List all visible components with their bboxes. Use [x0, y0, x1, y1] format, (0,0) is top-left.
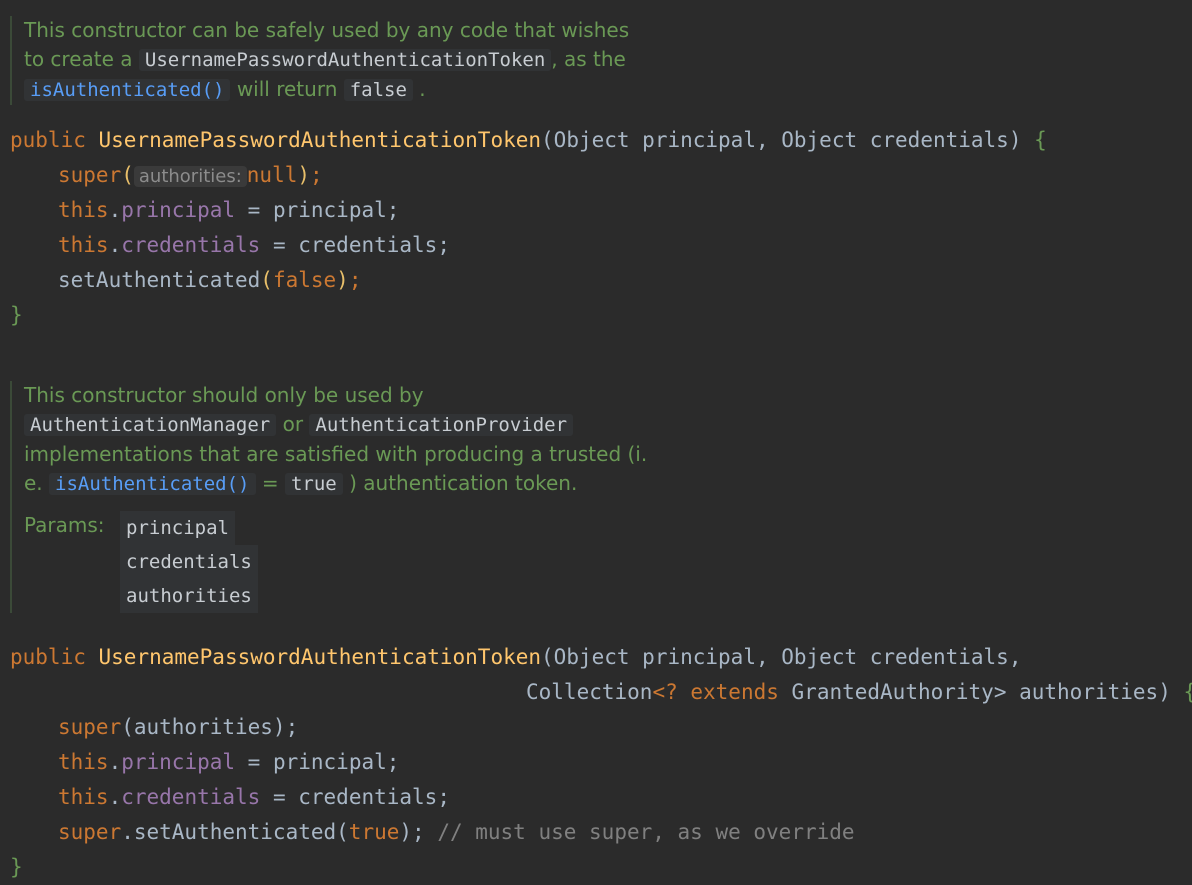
code-ref-authentication-manager[interactable]: AuthenticationManager	[24, 414, 277, 436]
code-ref-is-authenticated[interactable]: isAuthenticated()	[49, 473, 256, 495]
inlay-hint: authorities:	[133, 166, 247, 187]
ctor1-assign-principal: this.principal = principal;	[58, 198, 400, 222]
code-ref-authentication-provider[interactable]: AuthenticationProvider	[309, 414, 574, 436]
javadoc-comment-2: This constructor should only be used by …	[10, 381, 647, 613]
code-ref-true: true	[284, 473, 343, 495]
ctor2-name[interactable]: UsernamePasswordAuthenticationToken	[99, 645, 542, 669]
ctor2-super-set-authenticated: super.setAuthenticated(true); // must us…	[58, 820, 855, 844]
code-comment: // must use super, as we override	[424, 820, 855, 844]
doc-line: This constructor should only be used by	[24, 383, 424, 407]
code-ref-is-authenticated[interactable]: isAuthenticated()	[24, 79, 231, 101]
param-principal: principal	[120, 511, 235, 545]
ctor2-close-brace: }	[10, 855, 23, 879]
doc-params: Params: principal credentials authoritie…	[24, 511, 647, 613]
doc-line: to create a UsernamePasswordAuthenticati…	[24, 47, 626, 71]
ctor2-assign-credentials: this.credentials = credentials;	[58, 785, 450, 809]
params-label: Params:	[24, 513, 105, 537]
ctor1-signature: public UsernamePasswordAuthenticationTok…	[10, 128, 1047, 152]
code-ref-false: false	[343, 79, 413, 101]
doc-line: e. isAuthenticated() = true ) authentica…	[24, 471, 578, 495]
ctor1-super-call: super(authorities: null);	[58, 163, 323, 187]
param-authorities: authorities	[120, 579, 258, 613]
ctor2-assign-principal: this.principal = principal;	[58, 750, 400, 774]
javadoc-comment-1: This constructor can be safely used by a…	[10, 16, 629, 105]
ctor1-close-brace: }	[10, 303, 23, 327]
doc-line: AuthenticationManager or AuthenticationP…	[24, 410, 647, 440]
ctor1-assign-credentials: this.credentials = credentials;	[58, 233, 450, 257]
ctor2-super-call: super(authorities);	[58, 715, 299, 739]
doc-line: This constructor can be safely used by a…	[24, 18, 630, 42]
params-list: principal credentials authorities	[120, 511, 258, 613]
code-ref-token-class[interactable]: UsernamePasswordAuthenticationToken	[138, 49, 552, 71]
ctor1-set-authenticated: setAuthenticated(false);	[58, 268, 362, 292]
doc-line: isAuthenticated() will return false .	[24, 75, 629, 105]
param-credentials: credentials	[120, 545, 258, 579]
ctor1-name[interactable]: UsernamePasswordAuthenticationToken	[99, 128, 542, 152]
doc-line: implementations that are satisfied with …	[24, 442, 648, 466]
ctor2-signature-line1: public UsernamePasswordAuthenticationTok…	[10, 645, 1022, 669]
ctor2-signature-line2: Collection<? extends GrantedAuthority> a…	[526, 680, 1192, 704]
